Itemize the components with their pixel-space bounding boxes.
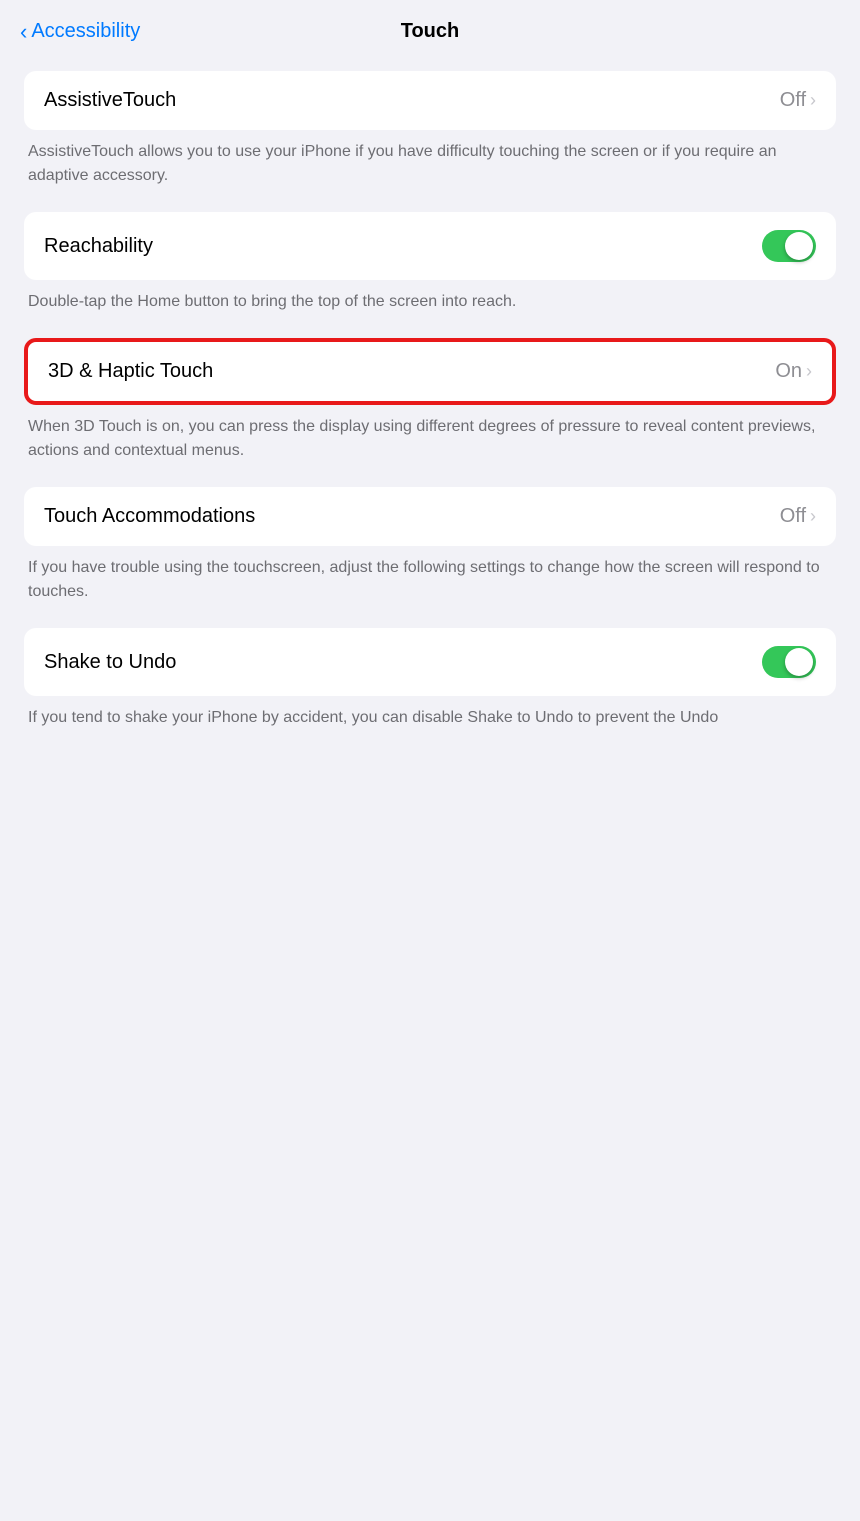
touch-accommodations-description: If you have trouble using the touchscree… (24, 546, 836, 620)
back-label: Accessibility (31, 20, 140, 43)
touch-accommodations-status: Off (780, 505, 806, 528)
back-chevron-icon: ‹ (20, 21, 27, 43)
assistive-touch-section: AssistiveTouch Off › AssistiveTouch allo… (24, 71, 836, 204)
reachability-label: Reachability (44, 235, 153, 258)
touch-accommodations-label: Touch Accommodations (44, 505, 255, 528)
reachability-card: Reachability (24, 212, 836, 280)
shake-to-undo-section: Shake to Undo If you tend to shake your … (24, 628, 836, 746)
assistive-touch-description: AssistiveTouch allows you to use your iP… (24, 130, 836, 204)
3d-haptic-touch-card[interactable]: 3D & Haptic Touch On › (24, 338, 836, 405)
assistive-touch-row[interactable]: AssistiveTouch Off › (24, 71, 836, 130)
page-title: Touch (401, 20, 460, 43)
assistive-touch-card[interactable]: AssistiveTouch Off › (24, 71, 836, 130)
touch-accommodations-row[interactable]: Touch Accommodations Off › (24, 487, 836, 546)
touch-accommodations-section: Touch Accommodations Off › If you have t… (24, 487, 836, 620)
shake-to-undo-row: Shake to Undo (24, 628, 836, 696)
shake-to-undo-toggle-knob (785, 648, 813, 676)
touch-accommodations-value: Off › (780, 505, 816, 528)
shake-to-undo-description: If you tend to shake your iPhone by acci… (24, 696, 836, 746)
reachability-section: Reachability Double-tap the Home button … (24, 212, 836, 330)
assistive-touch-status: Off (780, 89, 806, 112)
assistive-touch-chevron-icon: › (810, 90, 816, 111)
3d-haptic-touch-row[interactable]: 3D & Haptic Touch On › (28, 342, 832, 401)
assistive-touch-label: AssistiveTouch (44, 89, 176, 112)
reachability-toggle-knob (785, 232, 813, 260)
3d-haptic-touch-status: On (775, 360, 802, 383)
header: ‹ Accessibility Touch (0, 0, 860, 59)
assistive-touch-value: Off › (780, 89, 816, 112)
3d-haptic-touch-description: When 3D Touch is on, you can press the d… (24, 405, 836, 479)
reachability-row: Reachability (24, 212, 836, 280)
reachability-toggle[interactable] (762, 230, 816, 262)
3d-haptic-touch-chevron-icon: › (806, 361, 812, 382)
reachability-description: Double-tap the Home button to bring the … (24, 280, 836, 330)
touch-accommodations-chevron-icon: › (810, 506, 816, 527)
touch-accommodations-card[interactable]: Touch Accommodations Off › (24, 487, 836, 546)
shake-to-undo-card: Shake to Undo (24, 628, 836, 696)
3d-haptic-touch-section: 3D & Haptic Touch On › When 3D Touch is … (24, 338, 836, 479)
back-button[interactable]: ‹ Accessibility (20, 20, 140, 43)
shake-to-undo-label: Shake to Undo (44, 651, 176, 674)
shake-to-undo-toggle[interactable] (762, 646, 816, 678)
content: AssistiveTouch Off › AssistiveTouch allo… (0, 59, 860, 778)
3d-haptic-touch-value: On › (775, 360, 812, 383)
3d-haptic-touch-label: 3D & Haptic Touch (48, 360, 213, 383)
